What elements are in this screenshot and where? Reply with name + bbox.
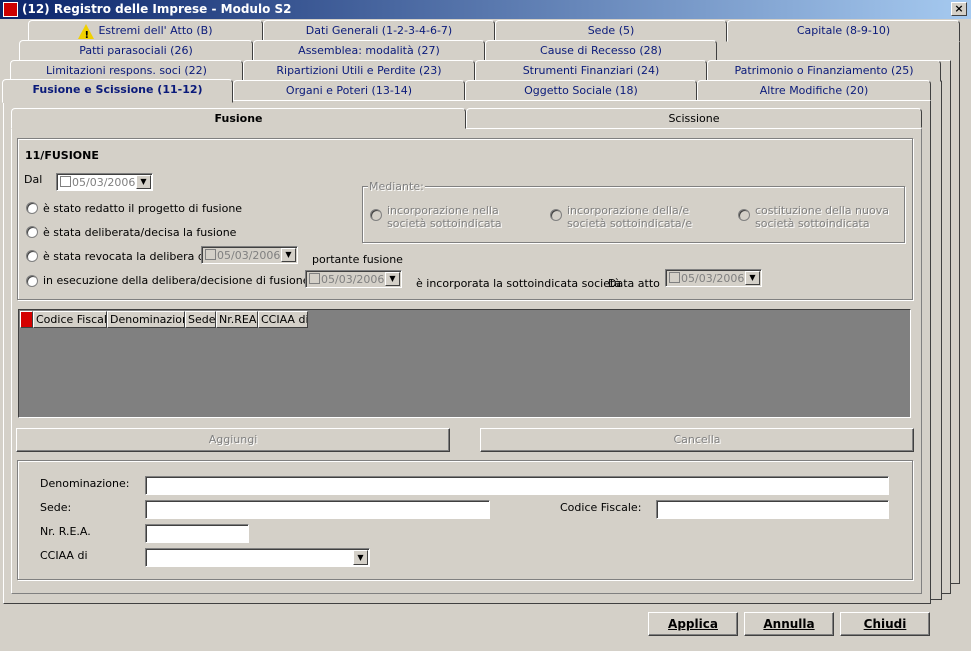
tab-sede[interactable]: Sede (5) [495,20,727,42]
tab-estremi-atto[interactable]: Estremi dell' Atto (B) [28,20,263,42]
mediante-option-3: costituzione della nuova società sottoin… [755,204,889,230]
tab-assemblea-modalita[interactable]: Assemblea: modalità (27) [253,40,485,62]
chevron-down-icon[interactable]: ▼ [745,271,760,285]
esecuzione-checkbox[interactable] [309,273,320,284]
codice-fiscale-label: Codice Fiscale: [560,501,642,514]
chevron-down-icon[interactable]: ▼ [281,248,296,262]
radio-costituzione-nuova[interactable] [738,209,750,221]
grid-col-sede[interactable]: Sede [185,311,216,328]
grid-col-denominazione[interactable]: Denominazione [107,311,185,328]
sede-label: Sede: [40,501,72,514]
subtab-scissione[interactable]: Scissione [466,108,922,128]
radio-progetto-fusione[interactable] [26,202,38,214]
revocata-date-picker[interactable]: 05/03/2006 ▼ [201,246,298,264]
tab-altre-modifiche[interactable]: Altre Modifiche (20) [697,80,931,102]
option-revocata-label: è stata revocata la delibera del [43,250,215,263]
incorporata-label: è incorporata la sottoindicata società [416,277,622,290]
radio-incorporazione-della[interactable] [550,209,562,221]
applica-button[interactable]: Applica [648,612,738,636]
tab-cause-recesso[interactable]: Cause di Recesso (28) [485,40,717,62]
data-atto-date-picker[interactable]: 05/03/2006 ▼ [665,269,762,287]
cciaa-label: CCIAA di [40,549,88,562]
mediante-label: Mediante: [368,180,425,193]
data-atto-checkbox[interactable] [669,272,680,283]
dal-checkbox[interactable] [60,176,71,187]
title-bar: (12) Registro delle Imprese - Modulo S2 … [0,0,971,19]
radio-incorporazione-nella[interactable] [370,209,382,221]
window-title: (12) Registro delle Imprese - Modulo S2 [22,2,292,16]
chevron-down-icon[interactable]: ▼ [353,550,368,565]
tab-organi-poteri[interactable]: Organi e Poteri (13-14) [233,80,465,102]
tab-fusione-scissione[interactable]: Fusione e Scissione (11-12) [2,79,233,103]
annulla-button[interactable]: Annulla [744,612,834,636]
dal-label: Dal [24,173,43,186]
app-icon [3,2,18,17]
grid-col-codice-fiscale[interactable]: Codice Fiscale [33,311,107,328]
rea-label: Nr. R.E.A. [40,525,91,538]
cancella-button[interactable]: Cancella [480,428,914,452]
radio-deliberata-fusione[interactable] [26,226,38,238]
option-deliberata-label: è stata deliberata/decisa la fusione [43,226,237,239]
close-window-button[interactable]: × [951,2,967,16]
radio-revocata-delibera[interactable] [26,250,38,262]
grid-col-cciaa[interactable]: CCIAA di [258,311,308,328]
tab-patrimonio-finanziamento[interactable]: Patrimonio o Finanziamento (25) [707,60,941,82]
grid-col-nr-rea[interactable]: Nr.REA [216,311,258,328]
aggiungi-button[interactable]: Aggiungi [16,428,450,452]
grid-row-indicator [20,311,33,328]
chevron-down-icon[interactable]: ▼ [385,272,400,286]
chiudi-button[interactable]: Chiudi [840,612,930,636]
option-progetto-label: è stato redatto il progetto di fusione [43,202,243,215]
tab-ripartizioni-utili[interactable]: Ripartizioni Utili e Perdite (23) [243,60,475,82]
warning-icon [78,23,95,41]
tab-oggetto-sociale[interactable]: Oggetto Sociale (18) [465,80,697,102]
option-esecuzione-label: in esecuzione della delibera/decisione d… [43,274,330,287]
esecuzione-date-picker[interactable]: 05/03/2006 ▼ [305,270,402,288]
section-title: 11/FUSIONE [25,149,99,162]
tab-capitale[interactable]: Capitale (8-9-10) [727,20,960,42]
sede-input[interactable] [145,500,490,519]
tab-strumenti-finanziari[interactable]: Strumenti Finanziari (24) [475,60,707,82]
rea-input[interactable] [145,524,249,543]
tab-dati-generali[interactable]: Dati Generali (1-2-3-4-6-7) [263,20,495,42]
revocata-checkbox[interactable] [205,249,216,260]
data-atto-label: Data atto [608,277,660,290]
chevron-down-icon[interactable]: ▼ [136,175,151,189]
cciaa-select[interactable]: ▼ [145,548,370,567]
mediante-option-1: incorporazione nella società sottoindica… [387,204,502,230]
subtab-fusione[interactable]: Fusione [11,108,466,129]
dal-date-picker[interactable]: 05/03/2006 ▼ [56,173,153,191]
denominazione-input[interactable] [145,476,889,495]
radio-esecuzione-delibera[interactable] [26,275,38,287]
tab-patti-parasociali[interactable]: Patti parasociali (26) [19,40,253,62]
denominazione-label: Denominazione: [40,477,130,490]
portante-fusione-label: portante fusione [312,253,403,266]
codice-fiscale-input[interactable] [656,500,889,519]
societa-grid[interactable]: Codice Fiscale Denominazione Sede Nr.REA… [18,309,911,418]
mediante-option-2: incorporazione della/e società sottoindi… [567,204,693,230]
